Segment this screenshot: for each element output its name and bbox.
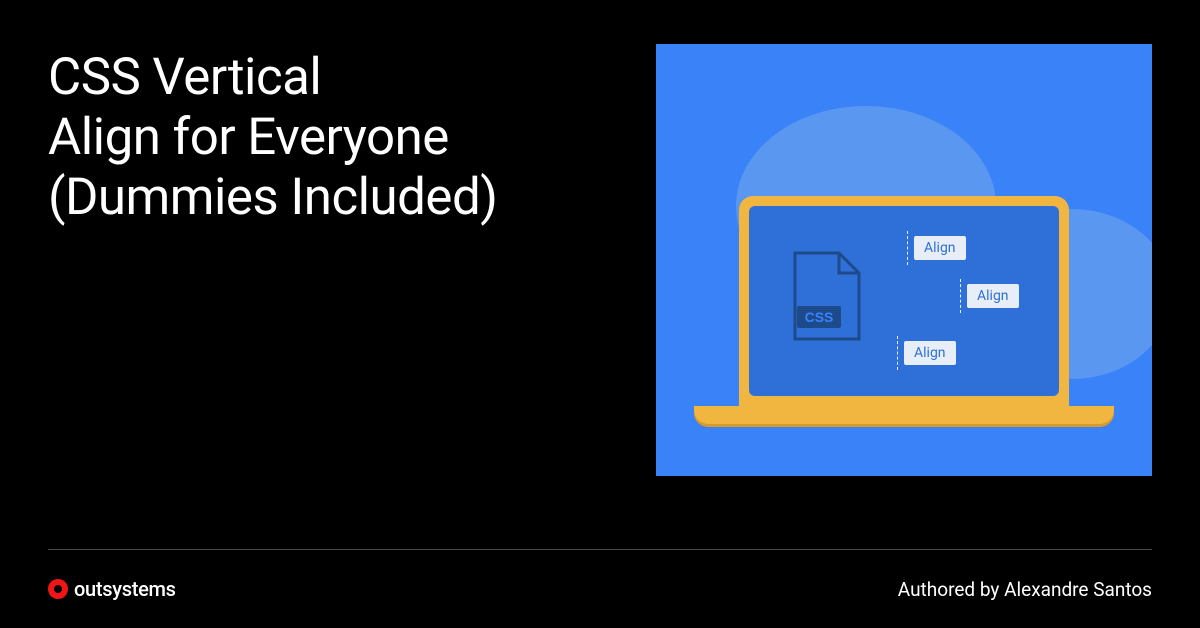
align-tag: Align xyxy=(904,341,956,365)
author-credit: Authored by Alexandre Santos xyxy=(898,578,1152,601)
outsystems-icon xyxy=(48,579,68,599)
css-file-icon: CSS xyxy=(791,251,863,343)
brand-name: outsystems xyxy=(74,577,176,601)
laptop-icon: CSS Align Align Align xyxy=(694,196,1114,424)
hero-illustration: CSS Align Align Align xyxy=(656,44,1152,476)
footer: outsystems Authored by Alexandre Santos xyxy=(0,550,1200,628)
page-title: CSS VerticalAlign for Everyone(Dummies I… xyxy=(48,48,636,229)
svg-text:CSS: CSS xyxy=(805,309,834,325)
align-tag: Align xyxy=(967,284,1019,308)
title-area: CSS VerticalAlign for Everyone(Dummies I… xyxy=(48,44,636,530)
align-tag: Align xyxy=(914,236,966,260)
brand-logo: outsystems xyxy=(48,577,176,601)
